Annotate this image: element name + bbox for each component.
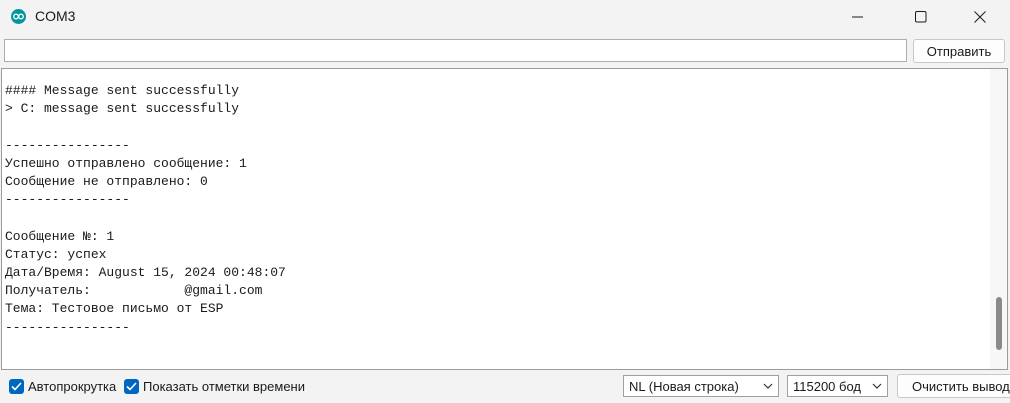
autoscroll-label[interactable]: Автопрокрутка bbox=[28, 379, 116, 394]
title-bar[interactable]: COM3 bbox=[0, 0, 1010, 34]
maximize-icon bbox=[915, 11, 927, 23]
output-line: Дата/Время: August 15, 2024 00:48:07 bbox=[5, 265, 286, 281]
vertical-scrollbar[interactable] bbox=[990, 69, 1007, 369]
output-line: ---------------- bbox=[5, 137, 130, 153]
close-button[interactable] bbox=[957, 0, 1003, 34]
bottom-toolbar: Автопрокрутка Показать отметки времени N… bbox=[0, 371, 1010, 403]
output-line: Успешно отправлено сообщение: 1 bbox=[5, 155, 247, 171]
timestamps-checkbox[interactable] bbox=[124, 379, 139, 394]
output-line: Сообщение №: 1 bbox=[5, 228, 115, 244]
timestamps-label[interactable]: Показать отметки времени bbox=[143, 379, 305, 394]
output-line: Статус: успех bbox=[5, 246, 107, 262]
minimize-icon bbox=[852, 16, 863, 18]
line-ending-value: NL (Новая строка) bbox=[629, 379, 739, 394]
checkmark-icon bbox=[11, 382, 22, 391]
autoscroll-checkbox[interactable] bbox=[9, 379, 24, 394]
output-line: ---------------- bbox=[5, 319, 130, 335]
serial-output-area[interactable]: #### Message sent successfully > C: mess… bbox=[1, 68, 1008, 370]
chevron-down-icon bbox=[763, 383, 773, 389]
maximize-button[interactable] bbox=[898, 0, 944, 34]
serial-monitor-window: COM3 Отправить #### Message sent success… bbox=[0, 0, 1010, 403]
output-line: > C: message sent successfully bbox=[5, 101, 240, 117]
window-title: COM3 bbox=[35, 8, 76, 24]
clear-output-button[interactable]: Очистить вывод bbox=[897, 374, 1010, 398]
close-icon bbox=[974, 11, 986, 23]
send-button[interactable]: Отправить bbox=[913, 39, 1005, 63]
serial-output-text: #### Message sent successfully > C: mess… bbox=[5, 82, 286, 337]
output-line: Тема: Тестовое письмо от ESP bbox=[5, 301, 224, 317]
scrollbar-thumb[interactable] bbox=[996, 297, 1002, 350]
line-ending-select[interactable]: NL (Новая строка) bbox=[623, 375, 779, 397]
send-message-input[interactable] bbox=[4, 39, 907, 62]
output-line: Получатель: @gmail.com bbox=[5, 283, 263, 299]
checkmark-icon bbox=[126, 382, 137, 391]
arduino-logo-icon bbox=[11, 9, 26, 24]
output-line: #### Message sent successfully bbox=[5, 83, 240, 98]
minimize-button[interactable] bbox=[835, 0, 881, 34]
chevron-down-icon bbox=[872, 383, 882, 389]
output-line: Сообщение не отправлено: 0 bbox=[5, 174, 208, 190]
baud-rate-select[interactable]: 115200 бод bbox=[787, 375, 888, 397]
baud-rate-value: 115200 бод bbox=[793, 379, 862, 394]
output-line: ---------------- bbox=[5, 192, 130, 208]
